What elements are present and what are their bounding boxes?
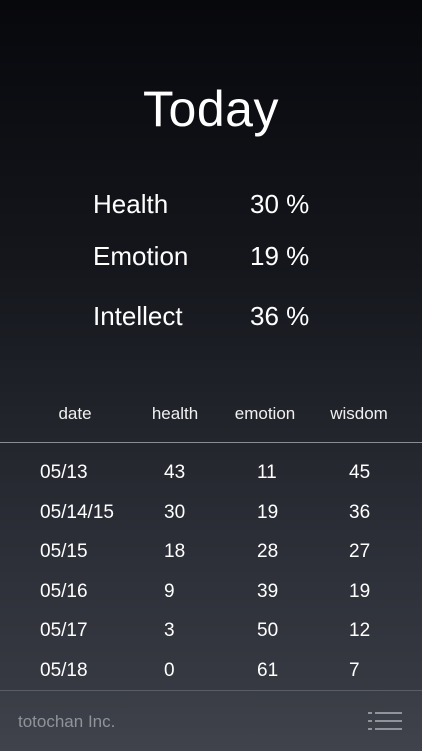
list-menu-icon-svg [368, 712, 402, 730]
cell-emotion: 11 [257, 462, 277, 483]
header-health: health [151, 404, 199, 423]
cell-emotion: 50 [257, 620, 279, 641]
stat-emotion-value: 19 % [250, 241, 310, 271]
cell-wisdom: 19 [349, 580, 371, 602]
cell-health: 9 [164, 580, 175, 602]
stat-emotion: Emotion 19 % [93, 241, 353, 281]
table-header: date health emotion wisdom [0, 404, 422, 440]
stat-health-value: 30 % [250, 189, 310, 219]
footer-bar: totochan Inc. [0, 690, 422, 751]
stat-health: Health 30 % [93, 189, 353, 229]
cell-date: 05/13 [40, 462, 88, 483]
table-row: 05/17 3 50 12 [0, 620, 422, 660]
cell-date: 05/15 [40, 541, 88, 562]
cell-wisdom: 36 [349, 501, 371, 523]
table-row: 05/14/15 30 19 36 [0, 502, 422, 542]
cell-wisdom: 12 [349, 620, 371, 641]
header-date: date [58, 404, 92, 423]
page-title: Today [143, 81, 279, 137]
stat-intellect: Intellect 36 % [93, 301, 353, 341]
header-wisdom: wisdom [330, 404, 388, 423]
cell-wisdom: 45 [349, 462, 371, 483]
stat-intellect-value: 36 % [250, 301, 310, 331]
table-body: 05/13 43 11 45 05/14/15 30 19 36 05/15 1… [0, 462, 422, 699]
cell-health: 43 [164, 462, 186, 483]
cell-emotion: 19 [257, 501, 279, 523]
cell-health: 30 [164, 501, 186, 523]
stat-emotion-label: Emotion [93, 241, 189, 271]
cell-emotion: 61 [257, 659, 279, 681]
stat-health-label: Health [93, 189, 169, 219]
cell-date: 05/16 [40, 580, 88, 602]
cell-emotion: 28 [257, 541, 279, 562]
cell-date: 05/18 [40, 659, 88, 681]
cell-wisdom: 27 [349, 541, 371, 562]
table-row: 05/13 43 11 45 [0, 462, 422, 502]
header-emotion: emotion [234, 404, 296, 423]
cell-date: 05/14/15 [40, 501, 114, 523]
table-row: 05/16 9 39 19 [0, 581, 422, 621]
brand-label: totochan Inc. [18, 712, 116, 731]
stat-intellect-label: Intellect [93, 301, 183, 331]
table-row: 05/15 18 28 27 [0, 541, 422, 581]
cell-health: 18 [164, 541, 186, 562]
cell-health: 0 [164, 659, 175, 681]
cell-date: 05/17 [40, 620, 88, 641]
cell-wisdom: 7 [349, 659, 360, 681]
cell-emotion: 39 [257, 580, 279, 602]
table-divider [0, 442, 422, 443]
cell-health: 3 [164, 620, 175, 641]
list-menu-icon[interactable] [368, 711, 402, 731]
